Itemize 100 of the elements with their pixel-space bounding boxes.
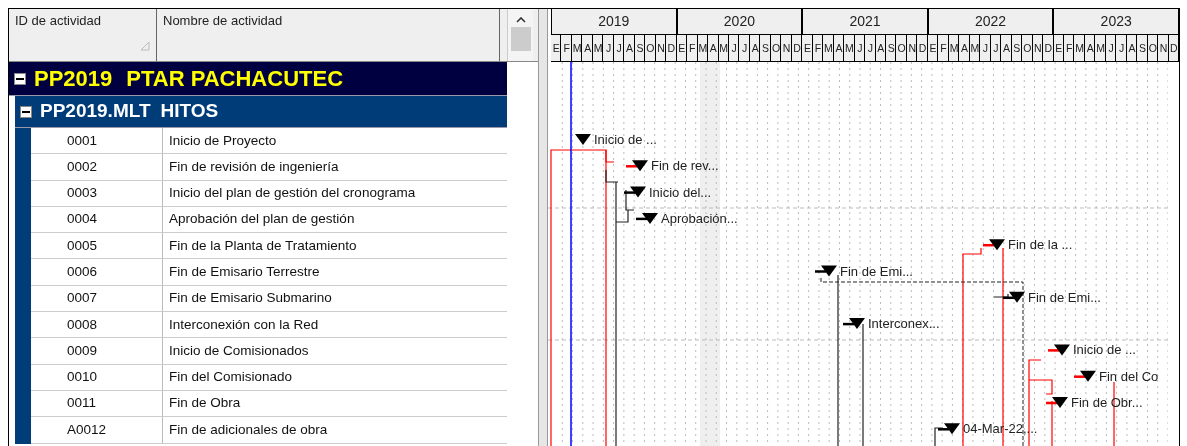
month-header: F — [812, 35, 824, 61]
month-header: M — [969, 35, 981, 61]
year-header: 2019 — [551, 9, 677, 34]
month-header: M — [571, 35, 583, 61]
year-header: 2022 — [927, 9, 1054, 34]
month-header: M — [1095, 35, 1106, 61]
month-header: J — [613, 35, 625, 61]
table-cell: 0008 — [31, 312, 163, 339]
month-header: J — [1116, 35, 1127, 61]
indent-band — [15, 417, 31, 444]
month-header: M — [1074, 35, 1085, 61]
month-header: S — [634, 35, 646, 61]
month-header: F — [561, 35, 572, 61]
year-header: 2023 — [1053, 9, 1179, 34]
month-header: N — [781, 35, 792, 61]
collapse-toggle[interactable] — [14, 72, 26, 85]
month-header: N — [1158, 35, 1169, 61]
bar-label: Fin de rev... — [651, 158, 719, 174]
month-header: A — [875, 35, 886, 61]
table-cell: Fin de Obra — [163, 390, 507, 418]
bar-label: Inicio de ... — [1073, 342, 1136, 358]
month-header: M — [844, 35, 855, 61]
month-header: J — [603, 35, 614, 61]
wbs-code: PP2019 — [34, 65, 113, 93]
month-header: A — [624, 35, 635, 61]
table-cell: Inicio de Comisionados — [163, 338, 507, 365]
table-cell: 0010 — [31, 364, 163, 391]
table-cell: 0001 — [31, 128, 163, 155]
table-cell: 0006 — [31, 259, 163, 286]
table-cell: 0011 — [31, 390, 163, 418]
month-header: M — [592, 35, 604, 61]
scroll-thumb[interactable] — [510, 27, 531, 51]
month-header: O — [896, 35, 907, 61]
wbs-name: HITOS — [160, 99, 219, 124]
table-cell: 0002 — [31, 154, 163, 181]
bar-label: Aprobación... — [661, 210, 738, 226]
table-cell: Aprobación del plan de gestión — [163, 206, 507, 234]
month-header: D — [1168, 35, 1179, 61]
wbs-name: PTAR PACHACUTEC — [126, 65, 344, 93]
month-header: D — [666, 35, 677, 61]
month-header: O — [770, 35, 782, 61]
link-line — [1113, 381, 1115, 446]
month-header: A — [749, 35, 761, 61]
month-header: J — [1105, 35, 1117, 61]
month-header: M — [697, 35, 709, 61]
bar-label: Inicio del... — [649, 184, 712, 200]
table-cell: 0004 — [31, 206, 163, 234]
month-header: E — [802, 35, 813, 61]
bar-label: Fin de Emi... — [840, 263, 913, 279]
year-header: 2020 — [676, 9, 803, 34]
bar-label: Fin de la ... — [1008, 237, 1073, 253]
link-line — [1051, 400, 1053, 446]
table-cell: Fin de adicionales de obra — [163, 417, 507, 444]
month-header: D — [917, 35, 928, 61]
month-header: F — [687, 35, 698, 61]
month-header: D — [1043, 35, 1054, 61]
bar-label: Fin del Co — [1099, 368, 1159, 384]
month-header: J — [739, 35, 750, 61]
table-cell: A0012 — [31, 417, 163, 444]
bar-label: Fin de Emi... — [1028, 289, 1101, 305]
month-header: E — [927, 35, 939, 61]
month-header: J — [990, 35, 1002, 61]
table-cell: Fin de Emisario Terrestre — [163, 259, 507, 286]
bar-label: Inicio de ... — [594, 132, 657, 147]
collapse-toggle[interactable] — [20, 105, 32, 118]
table-cell: Fin de revisión de ingeniería — [163, 154, 507, 181]
month-header: A — [833, 35, 845, 61]
month-header: S — [1137, 35, 1148, 61]
table-cell: 0005 — [31, 233, 163, 260]
month-header: A — [1084, 35, 1096, 61]
column-header[interactable]: ID de actividad — [9, 9, 157, 61]
month-header: A — [582, 35, 593, 61]
scroll-up-icon — [515, 17, 526, 23]
month-header: S — [1011, 35, 1023, 61]
table-cell: Fin de la Planta de Tratamiento — [163, 233, 507, 260]
month-header: A — [1126, 35, 1138, 61]
column-header[interactable]: Nombre de actividad — [157, 9, 500, 61]
table-cell: 0003 — [31, 180, 163, 207]
month-header: J — [728, 35, 740, 61]
month-header: E — [1053, 35, 1064, 61]
month-header: E — [676, 35, 688, 61]
month-header: O — [1022, 35, 1033, 61]
month-header: O — [1147, 35, 1159, 61]
month-header: J — [854, 35, 866, 61]
table-cell: 0009 — [31, 338, 163, 365]
month-header: N — [906, 35, 918, 61]
month-header: N — [655, 35, 667, 61]
month-header: A — [708, 35, 719, 61]
month-header: N — [1032, 35, 1044, 61]
table-cell: Inicio de Proyecto — [163, 128, 507, 155]
month-header: A — [959, 35, 970, 61]
month-header: M — [823, 35, 834, 61]
month-header: S — [760, 35, 771, 61]
month-header: F — [938, 35, 949, 61]
month-header: M — [718, 35, 729, 61]
month-header: M — [948, 35, 960, 61]
table-cell: Inicio del plan de gestión del cronograma — [163, 180, 507, 207]
table-cell: Interconexión con la Red — [163, 312, 507, 339]
wbs-code: PP2019.MLT — [40, 99, 151, 124]
table-cell: 0007 — [31, 285, 163, 313]
